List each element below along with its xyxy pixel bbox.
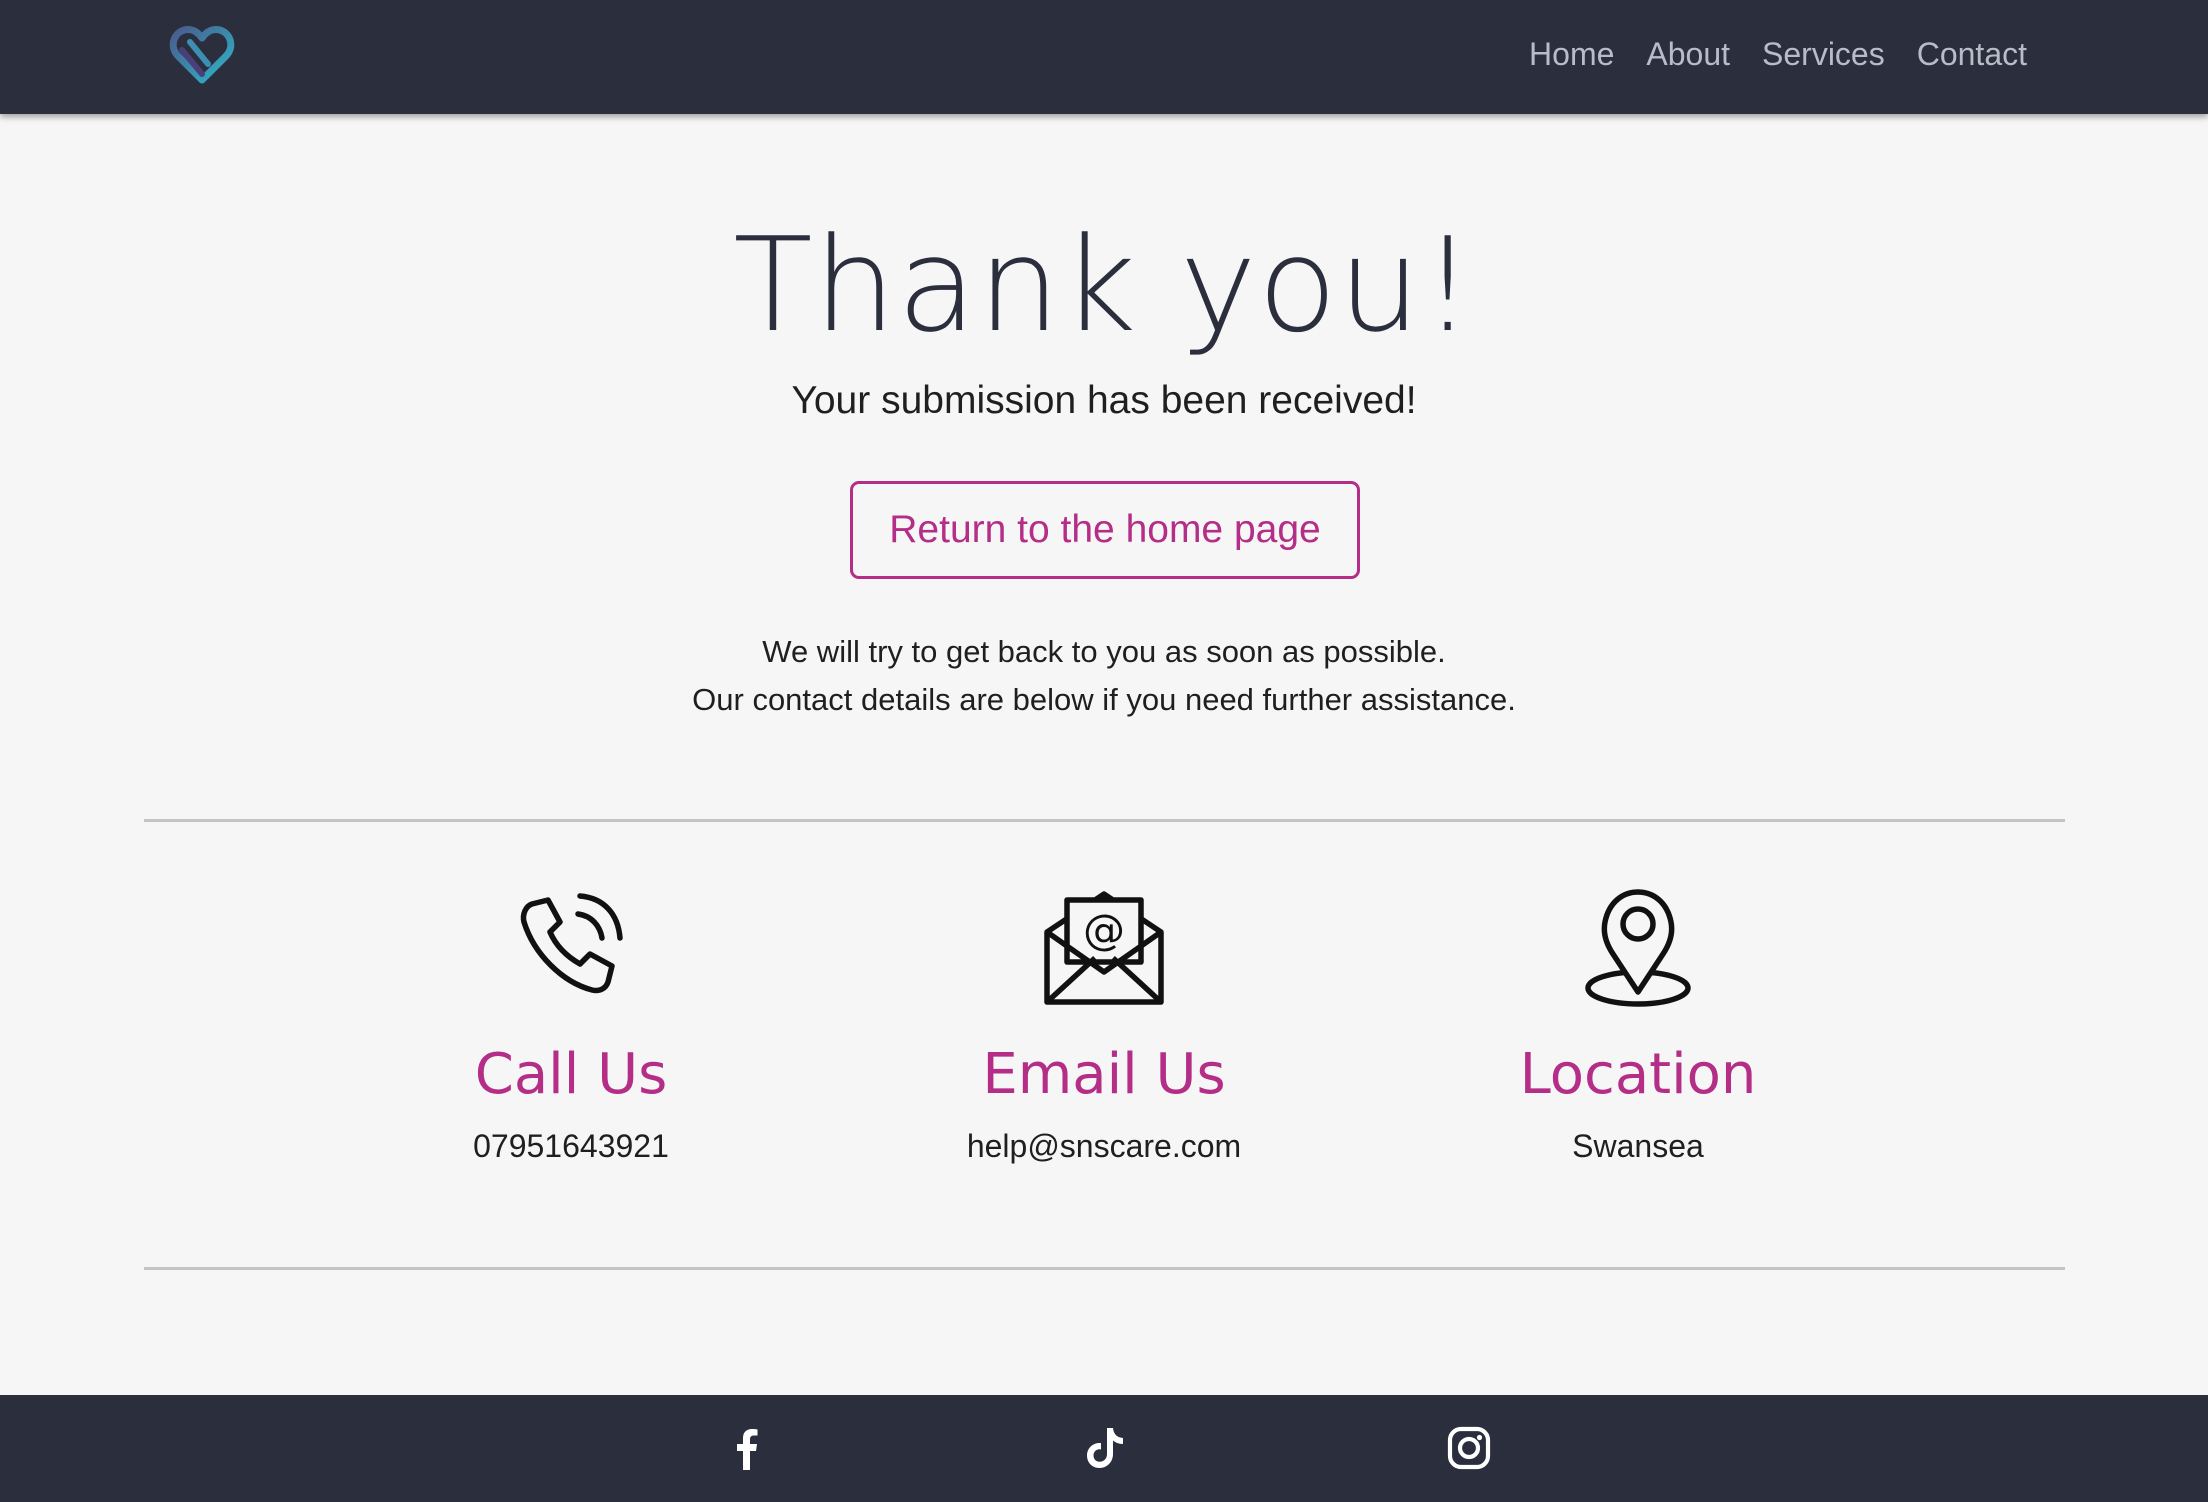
svg-text:@: @	[1083, 905, 1125, 954]
divider-bottom	[144, 1267, 2065, 1270]
contact-location: Location Swansea	[1428, 880, 1848, 1166]
facebook-icon[interactable]	[723, 1424, 771, 1472]
nav-link-contact[interactable]: Contact	[1917, 36, 2027, 73]
heart-logo-icon[interactable]	[168, 20, 236, 88]
top-navbar: Home About Services Contact	[0, 0, 2208, 114]
tiktok-icon[interactable]	[1081, 1424, 1129, 1472]
phone-number[interactable]: 07951643921	[361, 1126, 781, 1166]
page-title: Thank you!	[733, 209, 1475, 361]
return-home-button[interactable]: Return to the home page	[850, 481, 1360, 579]
message-line-2: Our contact details are below if you nee…	[692, 682, 1516, 717]
email-us-heading: Email Us	[982, 1042, 1226, 1107]
envelope-icon: @	[1044, 891, 1164, 1005]
contact-email: @ Email Us help@snscare.com	[894, 880, 1314, 1166]
nav-link-services[interactable]: Services	[1762, 36, 1885, 73]
message-line-1: We will try to get back to you as soon a…	[762, 634, 1446, 669]
nav-link-about[interactable]: About	[1646, 36, 1730, 73]
location-pin-icon	[1585, 889, 1691, 1007]
phone-icon	[520, 893, 623, 994]
main-nav: Home About Services Contact	[1529, 0, 2027, 108]
location-value: Swansea	[1572, 1128, 1704, 1164]
nav-link-home[interactable]: Home	[1529, 36, 1614, 73]
follow-up-message: We will try to get back to you as soon a…	[0, 628, 2208, 724]
instagram-icon[interactable]	[1445, 1424, 1493, 1472]
location-heading: Location	[1519, 1042, 1757, 1107]
contact-call: Call Us 07951643921	[361, 880, 781, 1166]
email-address[interactable]: help@snscare.com	[894, 1126, 1314, 1166]
call-us-heading: Call Us	[474, 1042, 668, 1107]
submission-confirmation: Your submission has been received!	[791, 379, 1417, 422]
divider-top	[144, 819, 2065, 822]
